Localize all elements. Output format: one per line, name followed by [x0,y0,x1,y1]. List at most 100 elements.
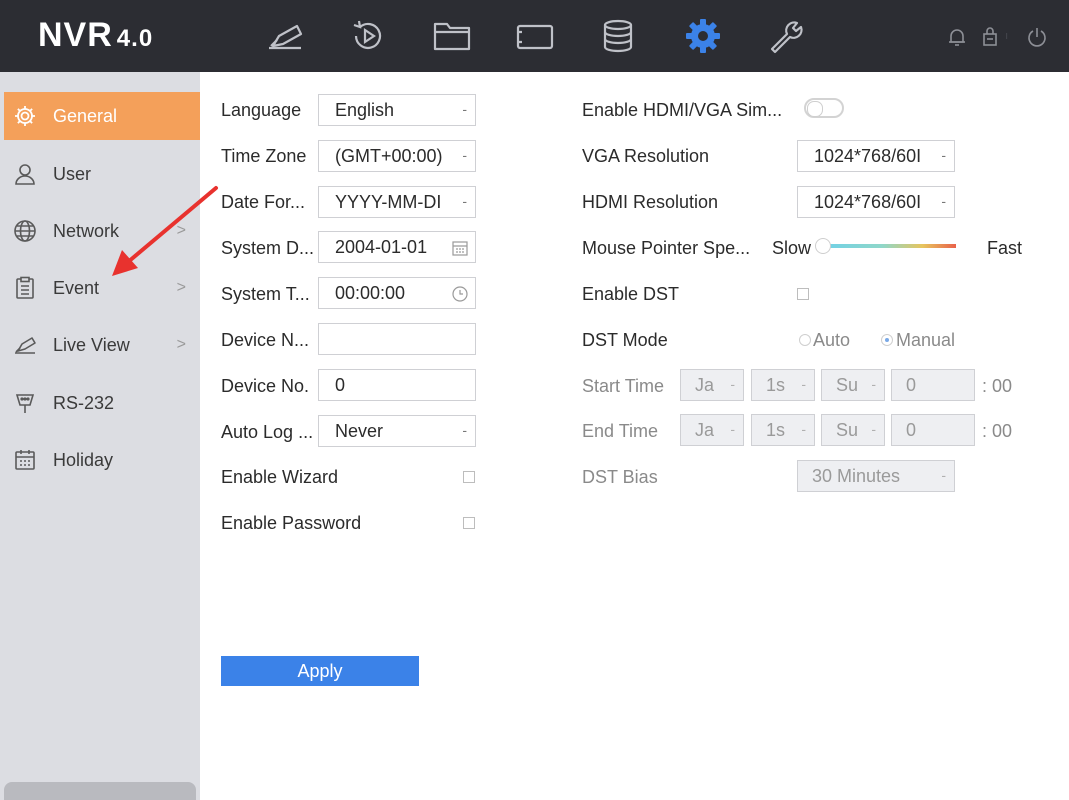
end-day-select[interactable]: Su - [821,414,885,446]
enable-password-label: Enable Password [221,513,362,533]
language-value: English [335,99,395,120]
dst-bias-label: DST Bias [582,467,658,487]
start-week-select[interactable]: 1s - [751,369,815,401]
sidebar-item-label: RS-232 [53,392,115,413]
sidebar-item-rs232[interactable]: RS-232 [4,379,200,427]
auto-logout-select[interactable]: Never - [318,415,476,447]
brand-version: 4.0 [116,25,154,52]
device-no-input[interactable]: 0 [318,369,476,401]
end-time-label: End Time [582,421,659,441]
dst-bias-select[interactable]: 30 Minutes - [797,460,955,492]
date-format-select[interactable]: YYYY-MM-DI - [318,186,476,218]
separator [1006,24,1012,53]
mouse-speed-slider-handle[interactable] [815,238,831,254]
database-icon[interactable] [598,18,638,54]
end-week-select[interactable]: 1s - [751,414,815,446]
sidebar-item-event[interactable]: Event > [4,264,200,312]
dst-mode-auto-radio[interactable] [799,334,811,346]
wrench-icon[interactable] [766,18,806,54]
globe-icon [12,218,38,244]
time-zone-label: Time Zone [221,146,307,166]
bell-icon[interactable] [946,26,968,53]
sidebar-item-label: General [53,105,118,126]
dropdown-arrow-icon: - [941,193,946,209]
start-day-value: Su [836,374,859,395]
folder-icon[interactable] [432,18,472,54]
chevron-right-icon: > [176,336,186,353]
dropdown-arrow-icon: - [462,422,467,438]
auto-logout-label: Auto Log ... [221,422,314,442]
system-time-value: 00:00:00 [335,282,406,303]
hdmi-resolution-select[interactable]: 1024*768/60I - [797,186,955,218]
lock-icon[interactable] [979,26,1001,53]
calendar-icon [12,447,38,473]
tablet-icon[interactable] [515,18,555,54]
time-zone-select[interactable]: (GMT+00:00) - [318,140,476,172]
language-label: Language [221,100,302,120]
mouse-speed-slider[interactable] [822,244,956,248]
start-month-value: Ja [695,374,715,395]
vga-resolution-value: 1024*768/60I [814,145,922,166]
playback-icon[interactable] [348,18,388,54]
hdmi-resolution-value: 1024*768/60I [814,191,922,212]
calendar-icon[interactable] [451,239,469,257]
hdmi-vga-sim-label: Enable HDMI/VGA Sim... [582,100,783,120]
clock-icon[interactable] [451,285,469,303]
dst-bias-value: 30 Minutes [812,465,901,486]
start-minutes-label: : 00 [982,376,1013,396]
system-time-label: System T... [221,284,310,304]
hdmi-vga-sim-toggle[interactable] [804,98,844,118]
device-name-input[interactable] [318,323,476,355]
sidebar-item-user[interactable]: User [4,150,200,198]
end-hour-value: 0 [906,419,917,440]
sidebar-item-holiday[interactable]: Holiday [4,436,200,484]
dropdown-arrow-icon: - [801,421,806,437]
end-month-value: Ja [695,419,715,440]
start-month-select[interactable]: Ja - [680,369,744,401]
language-select[interactable]: English - [318,94,476,126]
dst-mode-auto-label: Auto [813,330,851,350]
dropdown-arrow-icon: - [730,376,735,392]
start-hour-value: 0 [906,374,917,395]
clipboard-icon [12,275,38,301]
enable-wizard-label: Enable Wizard [221,467,339,487]
top-bar: NVR 4.0 [0,0,1069,72]
date-format-value: YYYY-MM-DI [335,191,442,212]
sidebar-item-network[interactable]: Network > [4,207,200,255]
dst-mode-manual-label: Manual [896,330,956,350]
brand-name: NVR [38,16,113,54]
start-hour-input[interactable]: 0 [891,369,975,401]
date-format-label: Date For... [221,192,306,212]
sidebar-scrollbar[interactable] [4,782,196,800]
vga-resolution-select[interactable]: 1024*768/60I - [797,140,955,172]
camera-icon [12,332,38,358]
enable-dst-checkbox[interactable] [797,288,809,300]
dropdown-arrow-icon: - [871,376,876,392]
end-month-select[interactable]: Ja - [680,414,744,446]
system-date-field[interactable]: 2004-01-01 [318,231,476,263]
camera-icon[interactable] [265,18,305,54]
system-time-field[interactable]: 00:00:00 [318,277,476,309]
end-minutes-label: : 00 [982,421,1013,441]
sidebar-item-label: User [53,163,92,184]
power-icon[interactable] [1026,26,1048,53]
device-name-label: Device N... [221,330,310,350]
mouse-speed-max-label: Fast [987,238,1023,258]
end-hour-input[interactable]: 0 [891,414,975,446]
chevron-right-icon: > [176,222,186,239]
sidebar-item-general[interactable]: General [4,92,200,140]
start-week-value: 1s [766,374,786,395]
apply-button[interactable]: Apply [221,656,419,686]
sidebar-item-label: Holiday [53,449,114,470]
user-icon [12,161,38,187]
mouse-speed-min-label: Slow [772,238,812,258]
dst-mode-manual-radio[interactable] [881,334,893,346]
enable-wizard-checkbox[interactable] [463,471,475,483]
gear-icon[interactable] [683,18,723,54]
start-day-select[interactable]: Su - [821,369,885,401]
enable-password-checkbox[interactable] [463,517,475,529]
vga-resolution-label: VGA Resolution [582,146,710,166]
system-date-value: 2004-01-01 [335,236,428,257]
sidebar-item-live-view[interactable]: Live View > [4,321,200,369]
gear-icon [12,103,38,129]
